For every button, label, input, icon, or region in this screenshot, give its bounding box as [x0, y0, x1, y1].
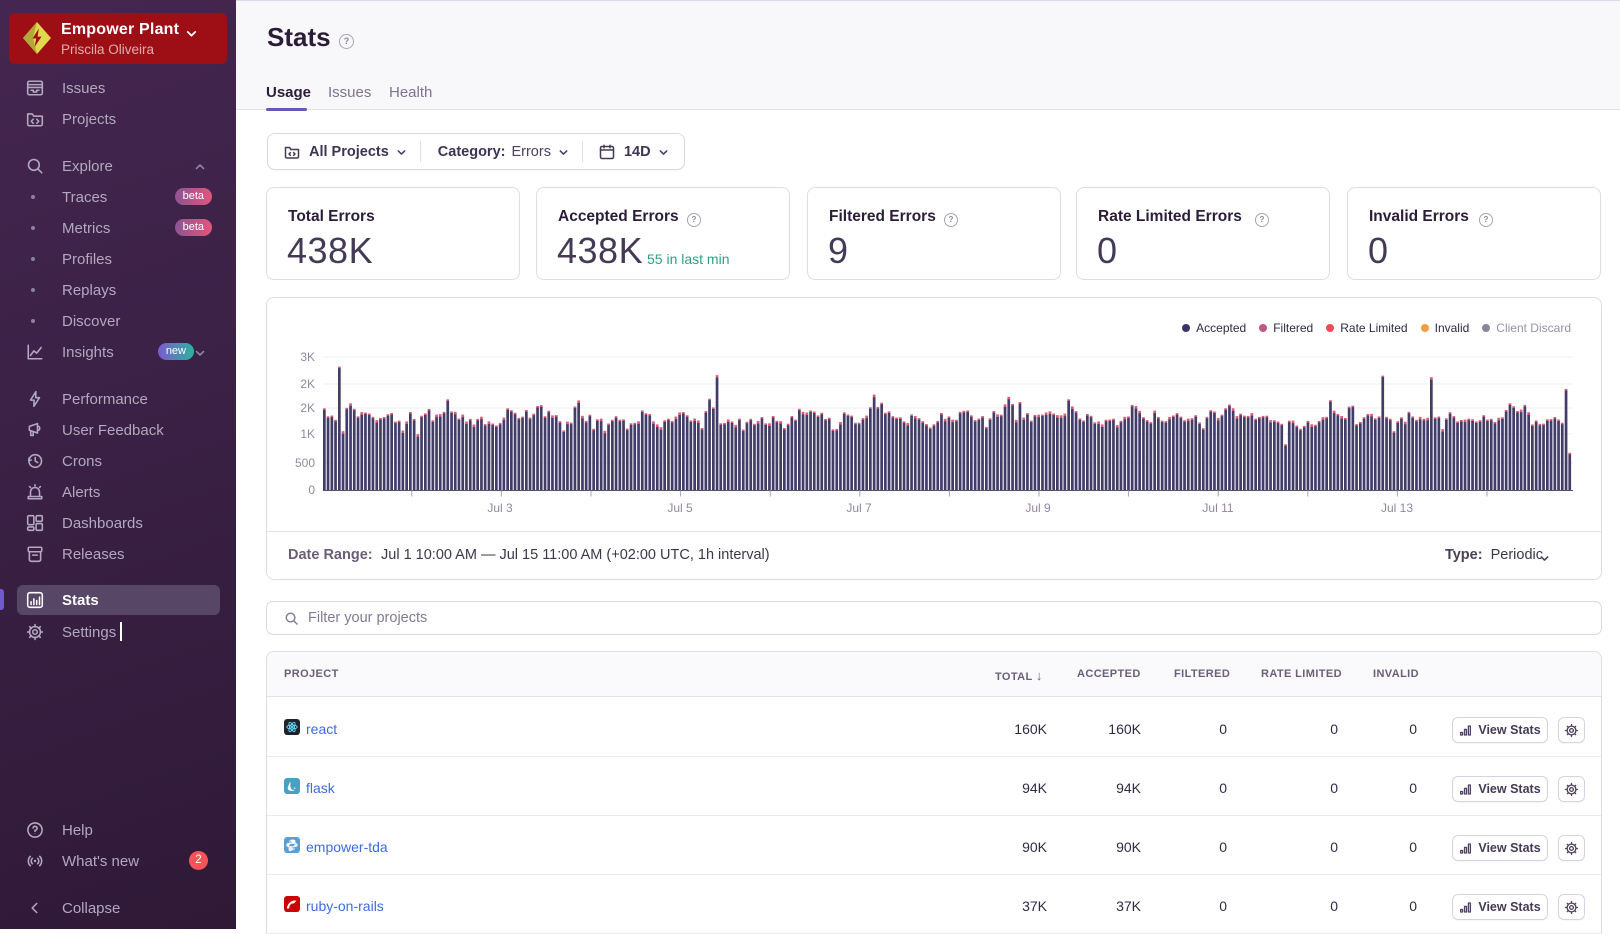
- svg-text:Jul 5: Jul 5: [667, 501, 693, 515]
- svg-text:2K: 2K: [300, 377, 315, 391]
- svg-text:1K: 1K: [300, 427, 315, 441]
- svg-text:3K: 3K: [300, 350, 315, 364]
- svg-text:Jul 7: Jul 7: [846, 501, 872, 515]
- svg-text:0: 0: [308, 483, 315, 497]
- svg-text:Jul 3: Jul 3: [487, 501, 513, 515]
- svg-text:2K: 2K: [300, 401, 315, 415]
- svg-text:Jul 13: Jul 13: [1381, 501, 1413, 515]
- svg-text:Jul 9: Jul 9: [1025, 501, 1051, 515]
- svg-text:500: 500: [295, 456, 315, 470]
- svg-text:Jul 11: Jul 11: [1202, 501, 1233, 515]
